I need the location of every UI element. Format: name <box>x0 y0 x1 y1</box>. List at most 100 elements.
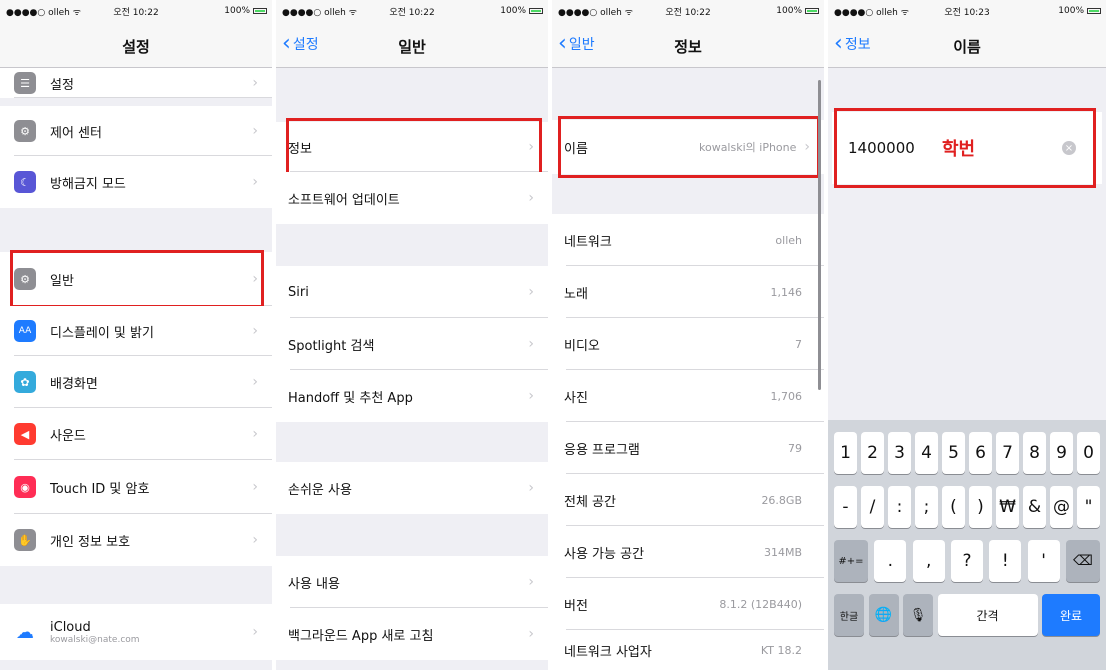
item-label: Spotlight 검색 <box>288 338 375 354</box>
about-item: 버전 8.1.2 (12B440) <box>552 578 824 630</box>
name-edit-screen: ●●●●○ olleh ᯤ 오전 10:23 100% ‹ 정보 이름 14000… <box>828 0 1106 670</box>
language-key[interactable]: 한글 <box>834 594 864 636</box>
item-label: 백그라운드 App 새로 고침 <box>288 628 434 644</box>
general-item-background-refresh[interactable]: 백그라운드 App 새로 고침 › <box>276 608 548 660</box>
item-value: 1,706 <box>770 389 803 403</box>
key[interactable]: 1 <box>834 432 857 474</box>
general-screen: ●●●●○ olleh ᯤ 오전 10:22 100% ‹ 설정 일반 정보 › … <box>276 0 548 670</box>
item-label: 개인 정보 보호 <box>50 534 131 550</box>
item-value: 8.1.2 (12B440) <box>719 597 802 611</box>
fingerprint-icon: ◉ <box>14 476 36 498</box>
key[interactable]: ? <box>950 540 983 582</box>
cloud-icon: ☁ <box>14 621 36 643</box>
space-key[interactable]: 간격 <box>937 594 1038 636</box>
key[interactable]: ₩ <box>996 486 1019 528</box>
settings-item-sounds[interactable]: ◀ 사운드 › <box>0 408 272 460</box>
key[interactable]: 9 <box>1050 432 1073 474</box>
item-label: 응용 프로그램 <box>564 442 640 458</box>
key[interactable]: 5 <box>942 432 965 474</box>
chevron-right-icon: › <box>528 284 534 300</box>
key[interactable]: 7 <box>996 432 1019 474</box>
key[interactable]: & <box>1023 486 1046 528</box>
scrollbar[interactable] <box>818 80 821 390</box>
highlight-box <box>558 116 820 178</box>
item-value: 7 <box>795 337 802 351</box>
key[interactable]: - <box>834 486 857 528</box>
microphone-icon[interactable]: 🎙 <box>903 594 933 636</box>
item-value: 1,146 <box>770 285 803 299</box>
about-item: 사용 가능 공간 314MB <box>552 526 824 578</box>
delete-icon[interactable]: ⌫ <box>1065 540 1100 582</box>
chevron-right-icon: › <box>528 626 534 642</box>
highlight-box <box>10 250 264 308</box>
item-value: olleh <box>775 233 802 247</box>
about-item: 응용 프로그램 79 <box>552 422 824 474</box>
general-item-usage[interactable]: 사용 내용 › <box>276 556 548 608</box>
key[interactable]: ; <box>915 486 938 528</box>
settings-item-touchid[interactable]: ◉ Touch ID 및 암호 › <box>0 460 272 514</box>
item-label: 전체 공간 <box>564 494 616 510</box>
hand-icon: ✋ <box>14 529 36 551</box>
key[interactable]: " <box>1077 486 1100 528</box>
key[interactable]: 3 <box>888 432 911 474</box>
moon-icon: ☾ <box>14 171 36 193</box>
key[interactable]: 2 <box>861 432 884 474</box>
key[interactable]: , <box>912 540 945 582</box>
item-label: Handoff 및 추천 App <box>288 390 413 406</box>
key[interactable]: 4 <box>915 432 938 474</box>
item-label: 손쉬운 사용 <box>288 482 352 498</box>
chevron-right-icon: › <box>528 190 534 206</box>
general-item-software-update[interactable]: 소프트웨어 업데이트 › <box>276 172 548 224</box>
status-bar: ●●●●○ olleh ᯤ 오전 10:22 100% <box>552 0 824 22</box>
item-label: 디스플레이 및 밝기 <box>50 325 154 341</box>
item-label: Siri <box>288 284 309 300</box>
general-item-siri[interactable]: Siri › <box>276 266 548 318</box>
chevron-right-icon: › <box>252 323 258 339</box>
done-key[interactable]: 완료 <box>1042 594 1100 636</box>
nav-bar: ‹ 설정 일반 <box>276 22 548 68</box>
chevron-right-icon: › <box>528 574 534 590</box>
settings-item-privacy[interactable]: ✋ 개인 정보 보호 › <box>0 514 272 566</box>
globe-icon[interactable]: 🌐 <box>868 594 899 636</box>
item-label: 사용 가능 공간 <box>564 546 645 562</box>
keyboard-row-bottom: 한글 🌐 🎙 간격 완료 <box>828 594 1106 636</box>
about-screen: ●●●●○ olleh ᯤ 오전 10:22 100% ‹ 일반 정보 이름 ko… <box>552 0 824 670</box>
key[interactable]: . <box>874 540 907 582</box>
keyboard-row-symbols: - / : ; ( ) ₩ & @ " <box>828 486 1106 528</box>
item-label: 버전 <box>564 598 588 614</box>
keyboard: 1 2 3 4 5 6 7 8 9 0 - / : ; ( ) ₩ & @ " … <box>828 420 1106 670</box>
key[interactable]: / <box>861 486 884 528</box>
keyboard-row-numbers: 1 2 3 4 5 6 7 8 9 0 <box>828 432 1106 474</box>
key[interactable]: ( <box>942 486 965 528</box>
battery-percent: 100% <box>500 6 526 16</box>
key[interactable]: ' <box>1027 540 1060 582</box>
key[interactable]: : <box>888 486 911 528</box>
general-item-handoff[interactable]: Handoff 및 추천 App › <box>276 370 548 422</box>
settings-item-do-not-disturb[interactable]: ☾ 방해금지 모드 › <box>0 156 272 208</box>
item-label: 방해금지 모드 <box>50 176 126 192</box>
settings-item-icloud[interactable]: ☁ iCloud kowalski@nate.com › <box>0 604 272 660</box>
general-item-spotlight[interactable]: Spotlight 검색 › <box>276 318 548 370</box>
chevron-right-icon: › <box>252 123 258 139</box>
key[interactable]: ! <box>989 540 1022 582</box>
key[interactable]: ) <box>969 486 992 528</box>
chevron-right-icon: › <box>252 75 258 91</box>
battery-icon <box>805 8 819 14</box>
item-label: 네트워크 <box>564 234 612 250</box>
item-label: 사용 내용 <box>288 576 340 592</box>
item-value: 314MB <box>763 545 802 559</box>
settings-item-display[interactable]: AA 디스플레이 및 밝기 › <box>0 306 272 356</box>
key[interactable]: 6 <box>969 432 992 474</box>
key[interactable]: 0 <box>1077 432 1100 474</box>
item-label: 배경화면 <box>50 376 98 392</box>
chevron-right-icon: › <box>252 426 258 442</box>
chevron-right-icon: › <box>252 374 258 390</box>
symbols-toggle-key[interactable]: #+= <box>834 540 868 582</box>
settings-item[interactable]: ☰ 설정 › <box>0 68 272 98</box>
settings-item-control-center[interactable]: ⚙ 제어 센터 › <box>0 106 272 156</box>
battery-percent: 100% <box>776 6 802 16</box>
key[interactable]: 8 <box>1023 432 1046 474</box>
key[interactable]: @ <box>1050 486 1073 528</box>
general-item-accessibility[interactable]: 손쉬운 사용 › <box>276 462 548 514</box>
settings-item-wallpaper[interactable]: ✿ 배경화면 › <box>0 356 272 408</box>
